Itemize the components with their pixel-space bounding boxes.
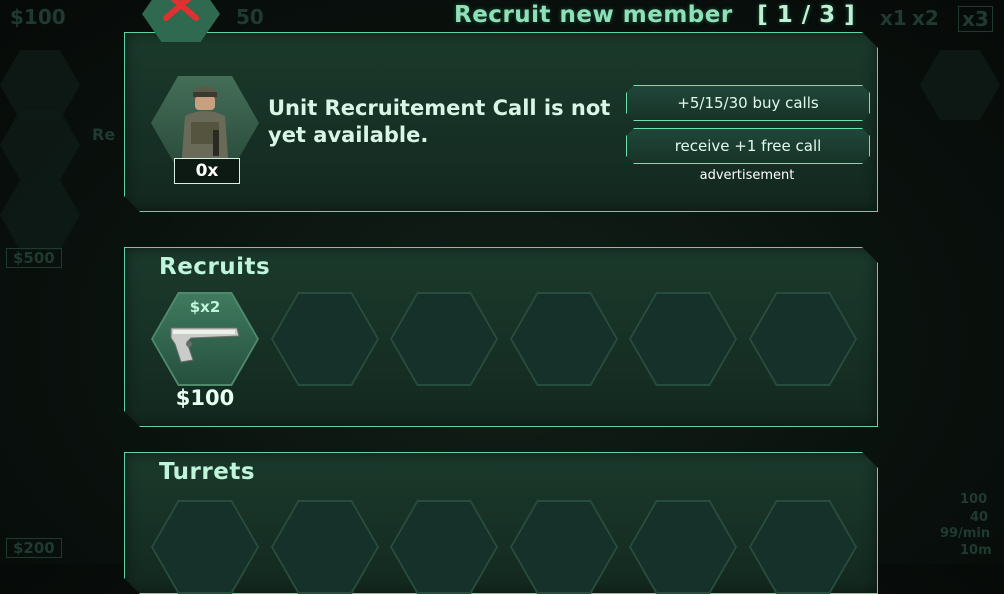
bg-speed-x3: x3 [958, 6, 993, 32]
recruits-title: Recruits [159, 254, 271, 280]
bg-speed-x2: x2 [912, 6, 939, 30]
dialog-title: Recruit new member [454, 2, 733, 28]
bg-stat: 100 [960, 492, 988, 507]
recruit-price: $100 [175, 386, 235, 410]
dialog-title-bar: Recruit new member [ 1 / 3 ] [454, 0, 855, 30]
bg-money: $100 [10, 5, 66, 29]
bg-hex [0, 110, 80, 180]
bg-cost-500: $500 [6, 248, 62, 268]
recruit-call-message: Unit Recruitement Call is not yet availa… [268, 96, 611, 147]
bg-fragment: Re [92, 125, 116, 144]
bg-stat: 10m [960, 543, 992, 558]
bg-score: 50 [236, 5, 264, 29]
bg-hex [920, 50, 1000, 120]
recruit-counter: [ 1 / 3 ] [757, 2, 856, 28]
bg-hex [0, 50, 80, 120]
buy-calls-button[interactable]: +5/15/30 buy calls [626, 85, 870, 121]
recruit-call-count: 0x [174, 158, 240, 184]
bg-stat: 99/min [940, 526, 991, 541]
bg-speed-x1: x1 [880, 6, 907, 30]
bg-hex [0, 180, 80, 250]
free-call-button[interactable]: receive +1 free call [626, 128, 870, 164]
bg-cost-200: $200 [6, 538, 62, 558]
turrets-title: Turrets [159, 459, 256, 485]
advertisement-label: advertisement [699, 168, 795, 183]
bg-stat: 40 [970, 510, 989, 525]
